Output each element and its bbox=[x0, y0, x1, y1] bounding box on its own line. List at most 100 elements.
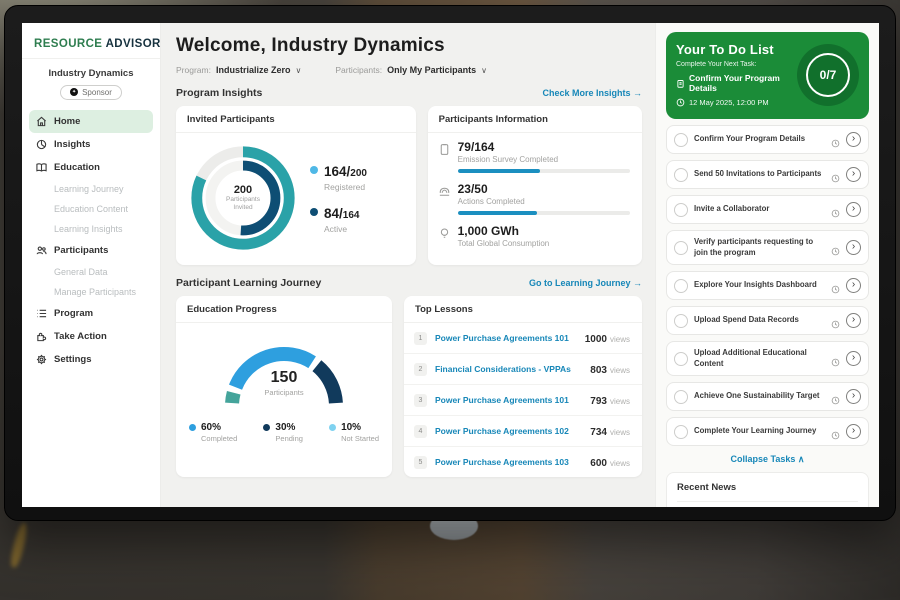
sidebar-item-participants[interactable]: Participants bbox=[29, 239, 153, 262]
chevron-right-icon[interactable]: › bbox=[846, 389, 861, 404]
task-label: Verify participants requesting to join t… bbox=[694, 237, 825, 258]
lesson-rank: 4 bbox=[414, 425, 427, 438]
legend-dot bbox=[310, 166, 318, 174]
task-item[interactable]: Send 50 Invitations to Participants › bbox=[666, 160, 869, 189]
section-title: Program Insights bbox=[176, 87, 262, 99]
clock-icon bbox=[831, 205, 840, 214]
task-item[interactable]: Verify participants requesting to join t… bbox=[666, 230, 869, 265]
lesson-link[interactable]: Power Purchase Agreements 101 bbox=[435, 395, 582, 405]
sidebar-item-education-content[interactable]: Education Content bbox=[29, 199, 153, 219]
legend-total: 200 bbox=[350, 168, 367, 179]
sidebar-item-learning-journey[interactable]: Learning Journey bbox=[29, 179, 153, 199]
task-checkbox[interactable] bbox=[674, 203, 688, 217]
legend-total: 164 bbox=[343, 210, 360, 221]
lesson-link[interactable]: Power Purchase Agreements 103 bbox=[435, 457, 582, 467]
check-more-insights-link[interactable]: Check More Insights → bbox=[542, 88, 642, 98]
legend-pending: 30%Pending bbox=[263, 422, 303, 443]
task-label: Confirm Your Program Details bbox=[694, 134, 825, 145]
clock-icon bbox=[831, 243, 840, 252]
actions-icon bbox=[438, 185, 451, 198]
todo-next-task[interactable]: Confirm Your Program Details bbox=[676, 73, 791, 93]
lesson-row: 1 Power Purchase Agreements 101 1000view… bbox=[404, 323, 642, 354]
sidebar-item-learning-insights[interactable]: Learning Insights bbox=[29, 219, 153, 239]
chevron-right-icon[interactable]: › bbox=[846, 240, 861, 255]
task-checkbox[interactable] bbox=[674, 279, 688, 293]
clock-icon bbox=[831, 354, 840, 363]
sidebar-item-insights[interactable]: Insights bbox=[29, 133, 153, 156]
lesson-link[interactable]: Power Purchase Agreements 102 bbox=[435, 426, 582, 436]
views-suffix: views bbox=[610, 366, 630, 375]
program-dropdown-label: Program: bbox=[176, 65, 211, 75]
chevron-right-icon[interactable]: › bbox=[846, 424, 861, 439]
task-checkbox[interactable] bbox=[674, 168, 688, 182]
sidebar-item-settings[interactable]: Settings bbox=[29, 348, 153, 371]
app-logo[interactable]: RESOURCE ADVISOR+ bbox=[22, 23, 160, 59]
chevron-right-icon[interactable]: › bbox=[846, 351, 861, 366]
participants-icon bbox=[36, 245, 47, 256]
chevron-right-icon[interactable]: › bbox=[846, 278, 861, 293]
task-item[interactable]: Upload Additional Educational Content › bbox=[666, 341, 869, 376]
lesson-views: 600 bbox=[590, 458, 607, 469]
donut-legend: 164/200 Registered 84/164 Active bbox=[310, 163, 367, 234]
recent-news-title: Recent News bbox=[677, 482, 858, 502]
legend-dot bbox=[329, 424, 336, 431]
stat-consumption: 1,000 GWh Total Global Consumption bbox=[438, 224, 630, 248]
lesson-link[interactable]: Power Purchase Agreements 101 bbox=[435, 333, 577, 343]
task-checkbox[interactable] bbox=[674, 425, 688, 439]
clock-icon bbox=[831, 135, 840, 144]
gauge-center-value: 150 bbox=[209, 369, 359, 387]
sidebar-item-program[interactable]: Program bbox=[29, 302, 153, 325]
task-label: Achieve One Sustainability Target bbox=[694, 391, 825, 402]
lesson-row: 2 Financial Considerations - VPPAs 803vi… bbox=[404, 354, 642, 385]
invited-participants-body: 200 Participants Invited 164/200 Registe bbox=[176, 133, 416, 265]
task-item[interactable]: Upload Spend Data Records › bbox=[666, 306, 869, 335]
sidebar-item-home[interactable]: Home bbox=[29, 110, 153, 133]
top-lessons-card: Top Lessons 1 Power Purchase Agreements … bbox=[404, 296, 642, 477]
stage: RESOURCE ADVISOR+ Industry Dynamics ✦ Sp… bbox=[0, 0, 900, 600]
sidebar-item-manage-participants[interactable]: Manage Participants bbox=[29, 282, 153, 302]
legend-label: Completed bbox=[201, 434, 237, 443]
chevron-right-icon[interactable]: › bbox=[846, 132, 861, 147]
screen: RESOURCE ADVISOR+ Industry Dynamics ✦ Sp… bbox=[22, 23, 879, 507]
progress-track bbox=[458, 211, 630, 215]
collapse-tasks-link[interactable]: Collapse Tasks ∧ bbox=[666, 454, 869, 465]
chevron-right-icon[interactable]: › bbox=[846, 313, 861, 328]
lesson-row: 3 Power Purchase Agreements 101 793views bbox=[404, 385, 642, 416]
sidebar-nav: Home Insights Education Learning Journey… bbox=[22, 108, 160, 373]
program-insights-header: Program Insights Check More Insights → bbox=[176, 87, 642, 99]
stat-label: Total Global Consumption bbox=[458, 239, 630, 248]
clock-icon bbox=[831, 392, 840, 401]
task-item[interactable]: Achieve One Sustainability Target › bbox=[666, 382, 869, 411]
todo-panel: Your To Do List Complete Your Next Task:… bbox=[655, 23, 879, 507]
progress-fill bbox=[458, 169, 541, 173]
participants-dropdown[interactable]: Participants: Only My Participants ∨ bbox=[335, 65, 487, 75]
chevron-right-icon[interactable]: › bbox=[846, 167, 861, 182]
task-label: Invite a Collaborator bbox=[694, 204, 825, 215]
education-progress-card: Education Progress 150 Participants bbox=[176, 296, 392, 477]
task-checkbox[interactable] bbox=[674, 314, 688, 328]
card-title: Education Progress bbox=[176, 296, 392, 323]
task-item[interactable]: Explore Your Insights Dashboard › bbox=[666, 271, 869, 300]
chevron-down-icon: ∨ bbox=[295, 66, 301, 75]
task-item[interactable]: Invite a Collaborator › bbox=[666, 195, 869, 224]
task-checkbox[interactable] bbox=[674, 390, 688, 404]
views-suffix: views bbox=[610, 335, 630, 344]
lightbulb-icon bbox=[438, 227, 451, 240]
go-to-learning-journey-link[interactable]: Go to Learning Journey → bbox=[529, 278, 642, 288]
sidebar-item-education[interactable]: Education bbox=[29, 156, 153, 179]
sidebar-item-general-data[interactable]: General Data bbox=[29, 262, 153, 282]
sidebar-item-take-action[interactable]: Take Action bbox=[29, 325, 153, 348]
sponsor-badge[interactable]: ✦ Sponsor bbox=[60, 85, 122, 100]
task-item[interactable]: Complete Your Learning Journey › bbox=[666, 417, 869, 446]
task-label: Upload Spend Data Records bbox=[694, 315, 825, 326]
task-checkbox[interactable] bbox=[674, 352, 688, 366]
card-title: Invited Participants bbox=[176, 106, 416, 133]
todo-hero-text: Your To Do List Complete Your Next Task:… bbox=[676, 42, 791, 107]
chevron-right-icon[interactable]: › bbox=[846, 202, 861, 217]
task-checkbox[interactable] bbox=[674, 241, 688, 255]
task-checkbox[interactable] bbox=[674, 133, 688, 147]
lesson-link[interactable]: Financial Considerations - VPPAs bbox=[435, 364, 582, 374]
program-dropdown[interactable]: Program: Industrialize Zero ∨ bbox=[176, 65, 301, 75]
learning-journey-header: Participant Learning Journey Go to Learn… bbox=[176, 277, 642, 289]
task-item[interactable]: Confirm Your Program Details › bbox=[666, 125, 869, 154]
